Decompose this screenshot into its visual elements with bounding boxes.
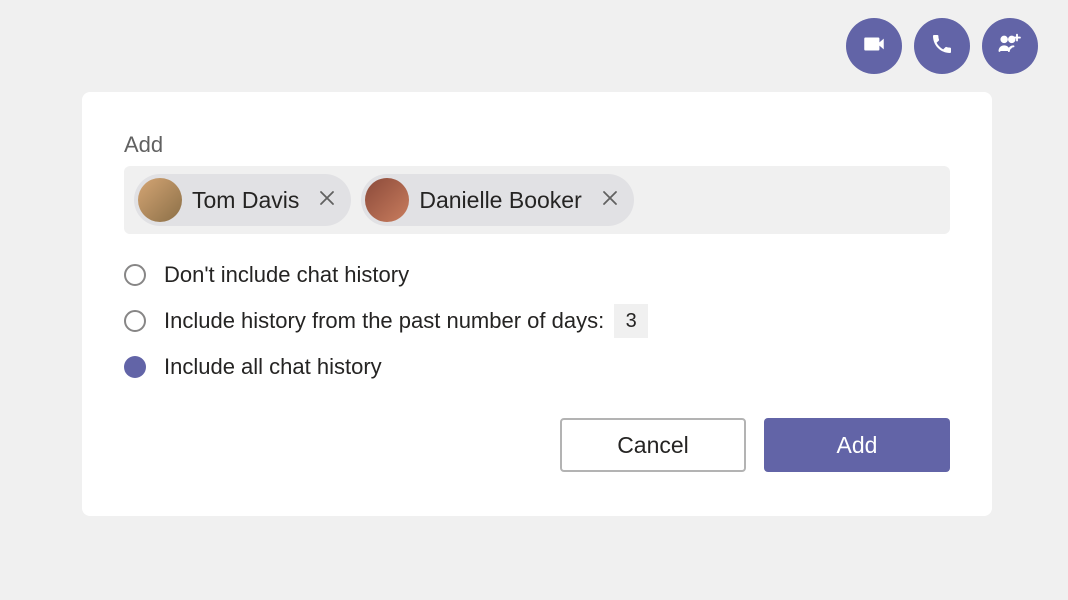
remove-person-button[interactable] bbox=[598, 189, 622, 212]
option-label: Include history from the past number of … bbox=[164, 304, 648, 338]
radio-button[interactable] bbox=[124, 310, 146, 332]
remove-person-button[interactable] bbox=[315, 189, 339, 212]
people-picker-input[interactable]: Tom Davis Danielle Booker bbox=[124, 166, 950, 234]
option-all-history[interactable]: Include all chat history bbox=[124, 354, 950, 380]
avatar bbox=[138, 178, 182, 222]
video-call-button[interactable] bbox=[846, 18, 902, 74]
close-icon bbox=[319, 190, 335, 206]
dialog-title: Add bbox=[124, 132, 950, 158]
option-days-history[interactable]: Include history from the past number of … bbox=[124, 304, 950, 338]
person-chip-name: Tom Davis bbox=[192, 187, 299, 214]
history-options: Don't include chat history Include histo… bbox=[124, 262, 950, 380]
cancel-button[interactable]: Cancel bbox=[560, 418, 746, 472]
person-chip-name: Danielle Booker bbox=[419, 187, 581, 214]
close-icon bbox=[602, 190, 618, 206]
option-days-prefix: Include history from the past number of … bbox=[164, 308, 604, 334]
add-button[interactable]: Add bbox=[764, 418, 950, 472]
person-chip: Tom Davis bbox=[134, 174, 351, 226]
add-people-button[interactable] bbox=[982, 18, 1038, 74]
dialog-button-row: Cancel Add bbox=[124, 418, 950, 472]
option-label: Don't include chat history bbox=[164, 262, 409, 288]
radio-button[interactable] bbox=[124, 264, 146, 286]
add-people-icon bbox=[996, 30, 1024, 63]
phone-icon bbox=[930, 32, 954, 61]
video-icon bbox=[861, 31, 887, 62]
option-label: Include all chat history bbox=[164, 354, 382, 380]
audio-call-button[interactable] bbox=[914, 18, 970, 74]
add-people-dialog: Add Tom Davis Danielle Booker Don't incl… bbox=[82, 92, 992, 516]
radio-button[interactable] bbox=[124, 356, 146, 378]
days-input[interactable] bbox=[614, 304, 648, 338]
option-no-history[interactable]: Don't include chat history bbox=[124, 262, 950, 288]
chat-action-bar bbox=[846, 18, 1038, 74]
avatar bbox=[365, 178, 409, 222]
person-chip: Danielle Booker bbox=[361, 174, 633, 226]
